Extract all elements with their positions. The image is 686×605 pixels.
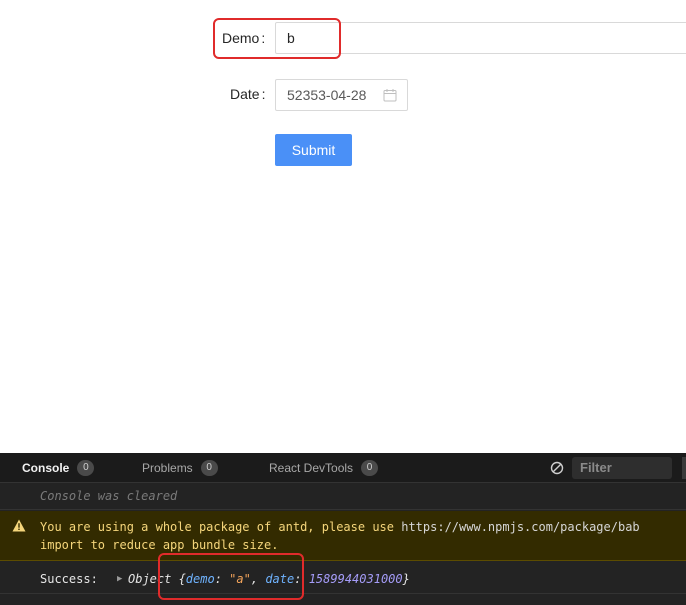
demo-input[interactable]: b [275,22,686,54]
console-log-row: Success: ▶ Object {demo: "a", date: 1589… [0,562,686,594]
console-cleared-row: Console was cleared [0,483,686,510]
expand-triangle-icon[interactable]: ▶ [117,574,122,584]
clear-console-icon[interactable] [550,461,564,475]
filter-input[interactable]: Filter [572,457,672,479]
warning-line-2: import to reduce app bundle size. [40,538,279,552]
submit-button[interactable]: Submit [275,134,352,166]
tab-problems[interactable]: Problems 0 [142,453,218,483]
panel-edge [682,457,686,479]
tab-react-devtools[interactable]: React DevTools 0 [269,453,379,483]
devtools-panel: Console 0 Problems 0 React DevTools 0 Filte… [0,453,686,605]
demo-label: Demo: [222,30,266,46]
demo-form: Demo: b Date: 52353-04-28 Submit [0,0,686,453]
warning-icon [12,519,26,532]
console-warning-row: You are using a whole package of antd, p… [0,511,686,561]
calendar-icon[interactable] [383,88,397,102]
tab-console-badge: 0 [77,459,95,476]
date-picker[interactable]: 52353-04-28 [275,79,408,111]
log-label: Success: [40,572,98,586]
tab-react-devtools-badge: 0 [361,459,379,476]
warning-line-1: You are using a whole package of antd, p… [40,520,640,534]
log-object[interactable]: Object {demo: "a", date: 1589944031000} [128,572,410,586]
tab-console[interactable]: Console 0 [22,453,95,483]
tab-problems-badge: 0 [200,459,218,476]
warning-link[interactable]: https://www.npmjs.com/package/bab [401,520,639,534]
date-label: Date: [230,86,266,102]
devtools-tabbar: Console 0 Problems 0 React DevTools 0 Filte… [0,453,686,483]
